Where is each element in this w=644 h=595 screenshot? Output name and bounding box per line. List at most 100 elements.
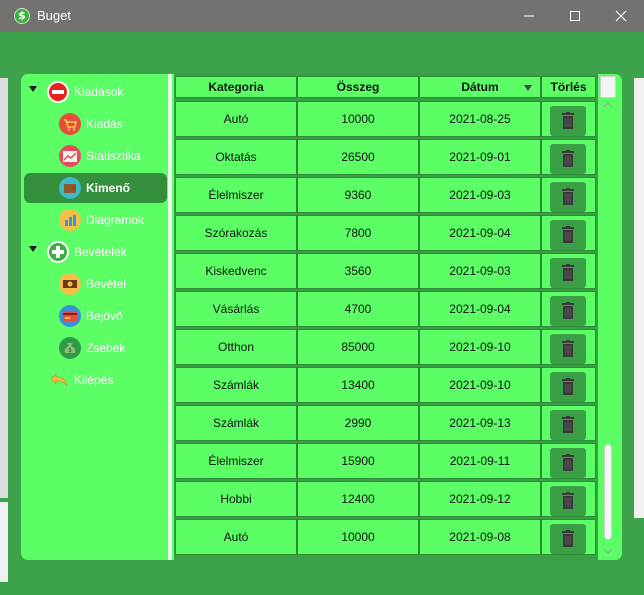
table-body: Autó 10000 2021-08-25 Oktatás 26500 2021-09-0… [174,100,598,560]
scrollbar-thumb[interactable] [604,444,612,540]
column-header-datum[interactable]: Dátum [419,76,541,98]
table-row[interactable]: Oktatás 26500 2021-09-01 [174,138,598,176]
cell-kategoria: Otthon [175,329,297,365]
main-panel: Kiadások Kiadás Statisztika Kimenő Diagr… [21,74,622,560]
trash-icon [562,226,574,243]
table-row[interactable]: Számlák 13400 2021-09-10 [174,366,598,404]
table-row[interactable]: Autó 10000 2021-08-25 [174,100,598,138]
tree-item-kiadasok[interactable]: Kiadások [21,77,169,107]
minus-circle-icon [47,81,69,103]
close-button[interactable] [598,0,644,32]
cell-osszeg: 2990 [297,405,419,441]
back-arrow-icon [47,369,69,391]
scrollbar-corner [600,76,616,98]
delete-button[interactable] [550,296,586,326]
cell-kategoria: Élelmiszer [175,443,297,479]
trash-icon [562,302,574,319]
trash-icon [562,188,574,205]
minimize-button[interactable] [506,0,552,32]
trash-icon [562,416,574,433]
trash-icon [562,264,574,281]
delete-button[interactable] [550,144,586,174]
cell-datum: 2021-09-04 [419,215,541,251]
tree-item-kilepes[interactable]: Kilépés [21,365,169,395]
table-row[interactable]: Szórakozás 7800 2021-09-04 [174,214,598,252]
cell-osszeg: 3560 [297,253,419,289]
expand-arrow-icon[interactable] [29,86,37,92]
cell-osszeg: 10000 [297,101,419,137]
maximize-button[interactable] [552,0,598,32]
delete-button[interactable] [550,372,586,402]
tree-item-statisztika[interactable]: Statisztika [21,141,169,171]
delete-button[interactable] [550,106,586,136]
delete-button[interactable] [550,410,586,440]
cell-torles [541,481,596,517]
svg-text:$: $ [68,347,72,354]
tree-item-label: Diagramok [86,213,145,227]
table-row[interactable]: Kiskedvenc 3560 2021-09-03 [174,252,598,290]
cell-kategoria: Élelmiszer [175,177,297,213]
cell-kategoria: Vásárlás [175,291,297,327]
dollar-icon: $ [14,8,30,24]
tree-item-bevetelek[interactable]: Bevételek [21,237,169,267]
tree-item-kimeno[interactable]: Kimenő [21,173,169,203]
window-body: Kiadások Kiadás Statisztika Kimenő Diagr… [0,32,644,595]
trash-icon [562,150,574,167]
table-row[interactable]: Hobbi 12400 2021-09-12 [174,480,598,518]
cell-osszeg: 26500 [297,139,419,175]
trash-icon [562,492,574,509]
cell-kategoria: Autó [175,519,297,555]
tree-item-zsebek[interactable]: $ Zsebek [21,333,169,363]
cell-datum: 2021-09-03 [419,253,541,289]
tree-item-kiadas[interactable]: Kiadás [21,109,169,139]
delete-button[interactable] [550,486,586,516]
scroll-down-icon[interactable] [603,548,613,554]
delete-button[interactable] [550,448,586,478]
tree-item-label: Statisztika [86,149,141,163]
cell-datum: 2021-09-01 [419,139,541,175]
tree-item-label: Bejövő [86,309,123,323]
cell-torles [541,405,596,441]
column-header-osszeg[interactable]: Összeg [297,76,419,98]
tree-item-diagramok[interactable]: Diagramok [21,205,169,235]
delete-button[interactable] [550,258,586,288]
cell-osszeg: 4700 [297,291,419,327]
tree-item-label: Bevételek [74,245,127,259]
tree-item-bejovo[interactable]: Bejövő [21,301,169,331]
cell-datum: 2021-09-03 [419,177,541,213]
table-row[interactable]: Autó 10000 2021-09-08 [174,518,598,556]
cell-datum: 2021-09-10 [419,329,541,365]
trash-icon [562,378,574,395]
delete-button[interactable] [550,182,586,212]
background-window-edge [634,78,644,518]
background-window-edge [0,78,8,498]
scroll-up-icon[interactable] [603,102,613,108]
column-header-torles[interactable]: Törlés [541,76,596,98]
column-header-kategoria[interactable]: Kategoria [175,76,297,98]
expenses-table: Kategoria Összeg Dátum Törlés Autó 10000 2… [174,74,622,560]
splitter[interactable] [168,74,172,560]
table-row[interactable]: Élelmiszer 9360 2021-09-03 [174,176,598,214]
expand-arrow-icon[interactable] [29,246,37,252]
table-row[interactable]: Vásárlás 4700 2021-09-04 [174,290,598,328]
tree-item-bevetel[interactable]: Bevétel [21,269,169,299]
delete-button[interactable] [550,220,586,250]
cell-kategoria: Szórakozás [175,215,297,251]
trash-icon [562,454,574,471]
delete-button[interactable] [550,334,586,364]
cell-osszeg: 13400 [297,367,419,403]
trash-icon [562,112,574,129]
table-row[interactable]: Otthon 85000 2021-09-10 [174,328,598,366]
vertical-scrollbar[interactable] [598,74,622,560]
delete-button[interactable] [550,524,586,554]
chart-up-icon [59,145,81,167]
trash-icon [562,530,574,547]
table-row[interactable]: Számlák 2990 2021-09-13 [174,404,598,442]
background-window-edge [0,502,8,582]
cell-torles [541,101,596,137]
cell-datum: 2021-09-12 [419,481,541,517]
cell-osszeg: 15900 [297,443,419,479]
table-row[interactable]: Élelmiszer 15900 2021-09-11 [174,442,598,480]
title-bar[interactable]: $ Buget [0,0,644,32]
sort-descending-icon [524,85,532,91]
